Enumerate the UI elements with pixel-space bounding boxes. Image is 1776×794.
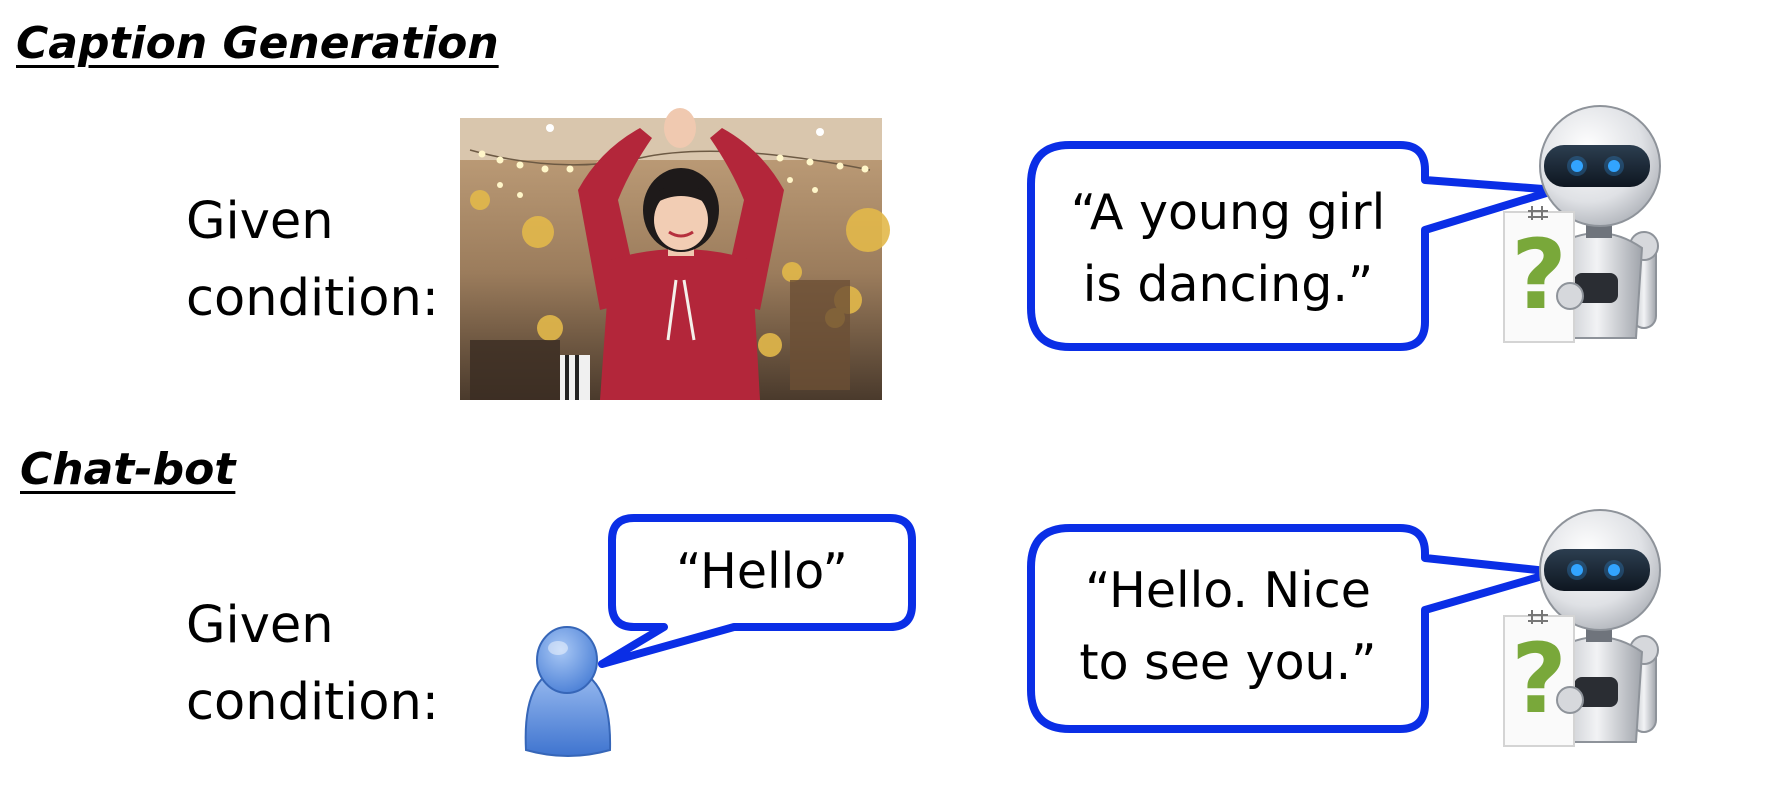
user-hello-text: “Hello”: [612, 536, 912, 608]
chatbot-reply-line1: “Hello. Nice: [1085, 562, 1371, 619]
diagram-graphics: ?: [460, 105, 1661, 757]
caption-reply-text: “A young girl is dancing.”: [1031, 177, 1425, 321]
chatbot-reply-text: “Hello. Nice to see you.”: [1031, 555, 1425, 699]
caption-reply-line2: is dancing.”: [1082, 256, 1374, 313]
user-hello-line: “Hello”: [676, 543, 848, 600]
dancing-girl-photo: [460, 108, 890, 400]
robot-icon: [1503, 105, 1661, 343]
chatbot-reply-line2: to see you.”: [1079, 634, 1377, 691]
user-icon: [524, 626, 612, 757]
caption-reply-line1: “A young girl: [1070, 184, 1386, 241]
robot-icon: [1503, 509, 1661, 747]
